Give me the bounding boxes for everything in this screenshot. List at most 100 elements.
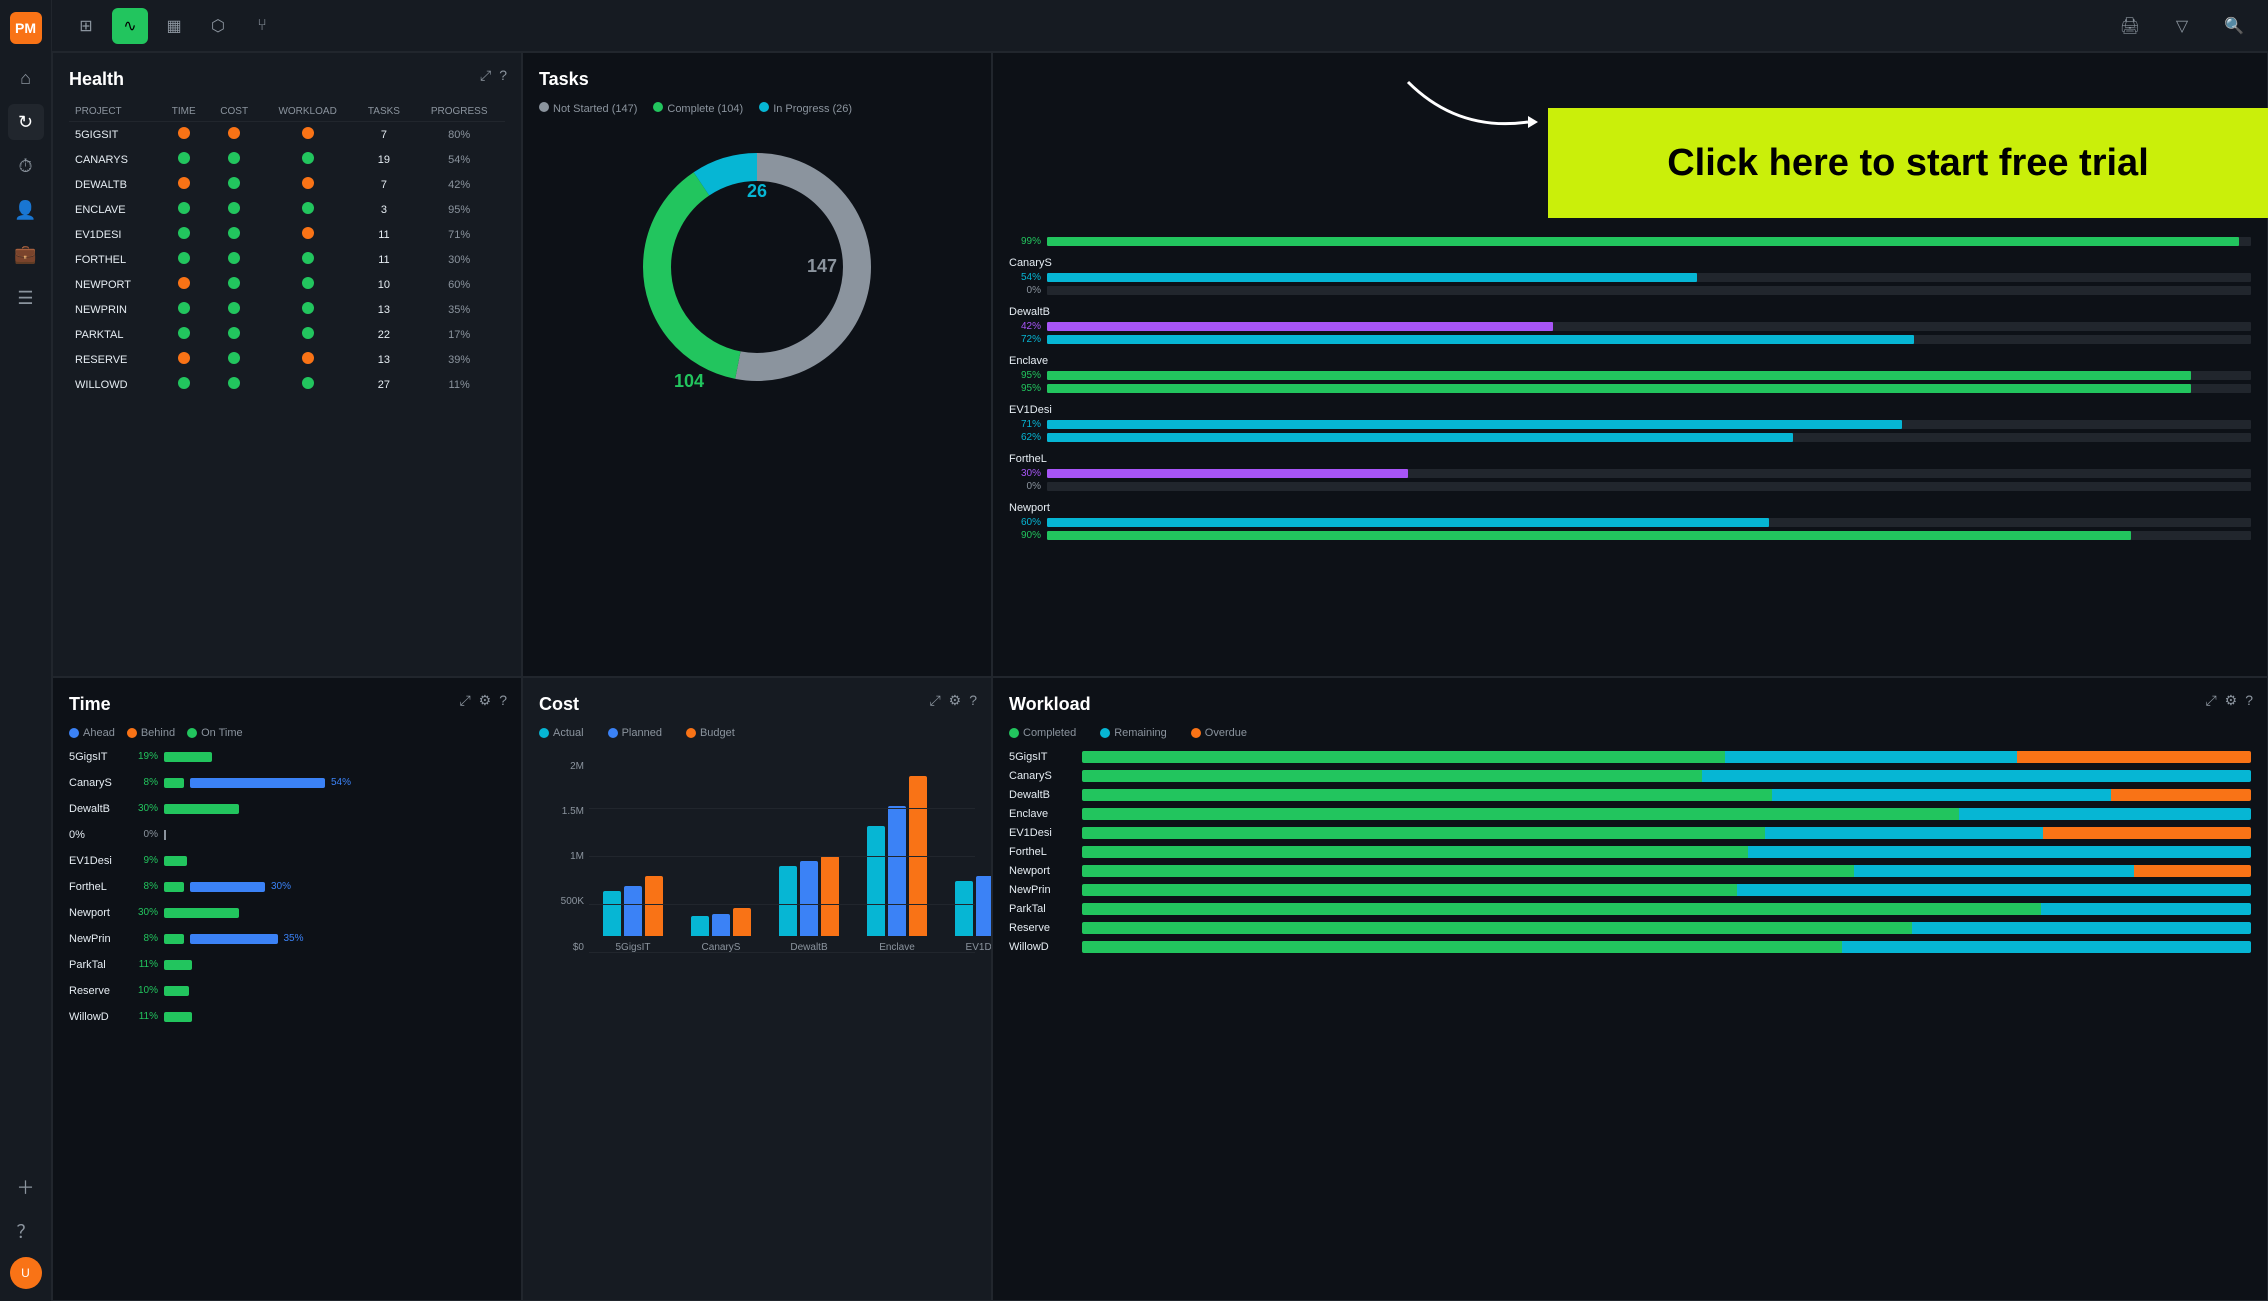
tasks-legend-item: Not Started (147) [539,102,637,115]
health-row-progress: 42% [413,172,505,197]
health-row-workload [261,297,355,322]
help-icon[interactable]: ? [969,692,977,709]
toolbar-chart-btn[interactable]: ∿ [112,8,148,44]
health-row-tasks: 3 [355,197,414,222]
health-row-workload [261,272,355,297]
toolbar-branch-btn[interactable]: ⑂ [244,8,280,44]
expand-icon[interactable]: ⤢ [2205,692,2216,709]
health-row-cost [208,172,261,197]
expand-icon[interactable]: ⤢ [929,692,940,709]
workload-panel-icons: ⤢ ⚙ ? [2205,692,2253,709]
sidebar-icon-refresh[interactable]: ↻ [8,104,44,140]
time-row: 5GigsIT 19% [69,751,505,763]
workload-row: FortheL [1009,846,2251,858]
col-project: PROJECT [69,102,160,122]
settings-icon[interactable]: ⚙ [479,692,492,709]
workload-remaining-bar [1725,751,2017,763]
progress-group: EV1Desi 71% 62% [1009,404,2251,443]
sidebar-icon-help[interactable]: ？ [8,1213,44,1249]
health-row-workload [261,247,355,272]
help-icon[interactable]: ? [499,67,507,84]
sidebar-icon-list[interactable]: ☰ [8,280,44,316]
time-row: WillowD 11% [69,1011,505,1023]
health-row-cost [208,197,261,222]
sidebar-icon-briefcase[interactable]: 💼 [8,236,44,272]
tasks-panel: Tasks Not Started (147)Complete (104)In … [522,52,992,677]
health-row-cost [208,347,261,372]
expand-icon[interactable]: ⤢ [459,692,470,709]
avatar[interactable]: U [10,1257,42,1289]
toolbar-filter2-btn[interactable]: ▽ [2164,8,2200,44]
health-row-progress: 54% [413,147,505,172]
time-row: Reserve 10% [69,985,505,997]
health-row-progress: 60% [413,272,505,297]
settings-icon[interactable]: ⚙ [2225,692,2238,709]
toolbar-search-btn[interactable]: 🔍 [2216,8,2252,44]
time-rows: 5GigsIT 19% CanaryS 8% 54% DewaltB 30% 0… [69,751,505,1029]
progress-group: Newport 60% 90% [1009,502,2251,541]
svg-text:104: 104 [674,371,704,391]
sidebar-icon-add[interactable]: ＋ [8,1169,44,1205]
cost-legend: ActualPlannedBudget [539,727,975,739]
health-row-cost [208,372,261,397]
col-progress: PROGRESS [413,102,505,122]
workload-completed-bar [1082,865,1854,877]
expand-icon[interactable]: ⤢ [480,67,491,84]
health-row-project: NEWPORT [69,272,160,297]
workload-remaining-bar [1912,922,2251,934]
logo[interactable]: PM [10,12,42,44]
progress-group: CanaryS 54% 0% [1009,257,2251,296]
help-icon[interactable]: ? [2245,692,2253,709]
time-row: ParkTal 11% [69,959,505,971]
health-row-cost [208,122,261,148]
cost-panel: Cost ⤢ ⚙ ? ActualPlannedBudget $0 500K 1… [522,677,992,1301]
health-row-cost [208,222,261,247]
time-row: EV1Desi 9% [69,855,505,867]
toolbar-link-btn[interactable]: ⬡ [200,8,236,44]
health-row-workload [261,122,355,148]
settings-icon[interactable]: ⚙ [949,692,962,709]
time-panel: Time ⤢ ⚙ ? AheadBehindOn Time 5GigsIT 19… [52,677,522,1301]
cost-legend-item: Budget [686,727,735,739]
workload-completed-bar [1082,884,1737,896]
time-legend: AheadBehindOn Time [69,727,505,739]
workload-completed-bar [1082,903,2041,915]
cost-panel-icons: ⤢ ⚙ ? [929,692,977,709]
toolbar-filter-btn[interactable]: ⊞ [68,8,104,44]
cost-legend-item: Planned [608,727,662,739]
workload-remaining-bar [1959,808,2251,820]
workload-row: ParkTal [1009,903,2251,915]
time-title: Time [69,694,505,715]
workload-overdue-bar [2043,827,2251,839]
health-row-workload [261,222,355,247]
health-panel: Health ⤢ ? PROJECT TIME COST WORKLOAD TA… [52,52,522,677]
cost-chart: $0 500K 1M 1.5M 2M 5GigsIT [539,751,975,981]
sidebar-icon-user[interactable]: 👤 [8,192,44,228]
help-icon[interactable]: ? [499,692,507,709]
health-row-project: FORTHEL [69,247,160,272]
workload-overdue-bar [2017,751,2251,763]
time-row: Newport 30% [69,907,505,919]
workload-row: DewaltB [1009,789,2251,801]
workload-panel: Workload ⤢ ⚙ ? CompletedRemainingOverdue… [992,677,2268,1301]
health-row-progress: 80% [413,122,505,148]
health-row-tasks: 22 [355,322,414,347]
sidebar-icon-clock[interactable]: ⏱ [8,148,44,184]
workload-row: EV1Desi [1009,827,2251,839]
toolbar-table-btn[interactable]: ▦ [156,8,192,44]
toolbar-print-btn[interactable]: 🖨 [2112,8,2148,44]
workload-completed-bar [1082,922,1912,934]
tasks-legend-item: Complete (104) [653,102,743,115]
workload-completed-bar [1082,808,1959,820]
tasks-legend-item: In Progress (26) [759,102,852,115]
health-row-workload [261,372,355,397]
sidebar-icon-home[interactable]: ⌂ [8,60,44,96]
health-row-workload [261,147,355,172]
workload-row: Newport [1009,865,2251,877]
health-row-time [160,322,208,347]
cta-banner[interactable]: Click here to start free trial [1548,108,2268,218]
health-row-cost [208,322,261,347]
health-row-cost [208,272,261,297]
workload-completed-bar [1082,770,1702,782]
health-row-tasks: 13 [355,297,414,322]
